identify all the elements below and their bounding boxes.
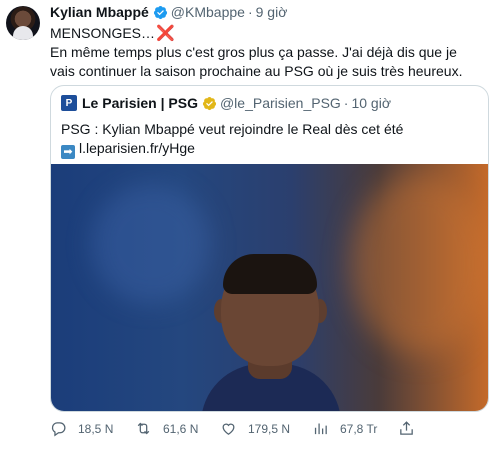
- tweet-text: MENSONGES…❌ En même temps plus c'est gro…: [50, 24, 480, 81]
- share-button[interactable]: [398, 420, 426, 437]
- author-avatar[interactable]: [6, 6, 40, 40]
- tweet-first-line: MENSONGES…: [50, 25, 156, 41]
- views-bar-chart-icon: [314, 423, 327, 435]
- share-icon: [400, 421, 413, 435]
- reply-count: 18,5 N: [78, 421, 114, 436]
- reply-icon: [51, 422, 66, 437]
- author-handle[interactable]: @KMbappe: [171, 4, 245, 20]
- quote-source-name: Le Parisien | PSG: [82, 95, 198, 111]
- cross-mark-emoji: ❌: [156, 25, 175, 42]
- verified-badge-icon: [153, 5, 167, 19]
- like-count: 179,5 N: [248, 421, 291, 436]
- gold-verified-badge-icon: [202, 96, 217, 110]
- tweet-timestamp[interactable]: 9 giờ: [256, 4, 288, 20]
- quote-link[interactable]: l.leparisien.fr/yHge: [79, 140, 195, 156]
- tweet: Kylian Mbappé @KMbappe · 9 giờ MENSONGES…: [0, 0, 500, 450]
- quote-photo[interactable]: [51, 164, 488, 411]
- views-count: 67,8 Tr: [340, 421, 378, 436]
- quote-timestamp: 10 giờ: [351, 95, 392, 111]
- views-button[interactable]: 67,8 Tr: [312, 420, 377, 437]
- quoted-tweet[interactable]: P Le Parisien | PSG @le_Parisien_PSG · 1…: [50, 85, 489, 412]
- right-arrow-icon: ➡: [61, 145, 75, 159]
- separator-dot: ·: [247, 4, 253, 20]
- le-parisien-logo-icon: P: [61, 95, 77, 111]
- retweet-count: 61,6 N: [163, 421, 199, 436]
- quote-headline: PSG : Kylian Mbappé veut rejoindre le Re…: [61, 121, 404, 137]
- tweet-actions: 18,5 N 61,6 N 179,5 N 67,8 Tr: [50, 420, 490, 442]
- quote-separator-dot: ·: [343, 95, 349, 111]
- retweet-icon: [137, 422, 150, 435]
- tweet-body: En même temps plus c'est gros plus ça pa…: [50, 44, 463, 79]
- like-button[interactable]: 179,5 N: [220, 420, 290, 437]
- quote-header: P Le Parisien | PSG @le_Parisien_PSG · 1…: [61, 95, 391, 111]
- reply-button[interactable]: 18,5 N: [50, 420, 113, 437]
- tweet-header: Kylian Mbappé @KMbappe · 9 giờ: [50, 4, 287, 20]
- heart-icon: [222, 423, 235, 435]
- quote-handle: @le_Parisien_PSG: [219, 95, 341, 111]
- quote-text: PSG : Kylian Mbappé veut rejoindre le Re…: [61, 120, 403, 159]
- retweet-button[interactable]: 61,6 N: [135, 420, 198, 437]
- author-name[interactable]: Kylian Mbappé: [50, 4, 149, 20]
